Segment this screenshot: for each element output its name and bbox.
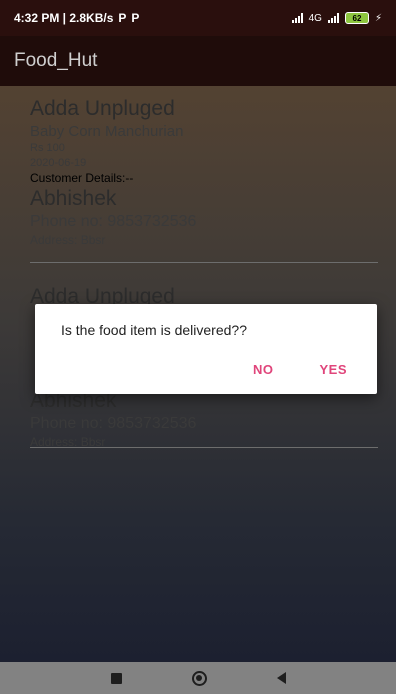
customer-details-label: Customer Details:-- [30,171,134,185]
dialog-actions: NO YES [253,362,347,377]
customer-address: Address: Bbsr [30,233,106,247]
signal-icon [291,13,303,23]
recents-square-icon[interactable] [110,672,122,684]
shop-name: Adda Unpluged [30,97,175,120]
customer-name: Abhishek [30,187,117,210]
order-date: 2020-06-19 [30,157,87,169]
notification-p-icon: P [131,11,140,25]
item-name: Baby Corn Manchurian [30,123,184,140]
customer-address: Address: Bbsr [30,435,106,449]
back-triangle-icon[interactable] [276,672,286,684]
app-title: Food_Hut [14,50,98,71]
system-nav-bar [0,662,396,694]
status-bar: 4:32 PM | 2.8KB/s P P 4G 62 ⚡ [0,0,396,36]
no-button[interactable]: NO [253,362,274,377]
app-bar: Food_Hut [0,36,396,86]
yes-button[interactable]: YES [319,362,347,377]
dialog-message: Is the food item is delivered?? [61,322,247,338]
item-price: Rs 100 [30,142,65,154]
status-right: 4G 62 ⚡ [291,12,382,24]
signal-icon [327,13,339,23]
status-time-speed: 4:32 PM | 2.8KB/s [14,11,114,25]
delivery-confirm-dialog: Is the food item is delivered?? NO YES [35,304,377,394]
status-left: 4:32 PM | 2.8KB/s P P [14,11,139,25]
battery-icon: 62 [344,12,369,24]
charging-icon: ⚡ [374,12,382,24]
customer-phone: Phone no: 9853732536 [30,213,197,230]
customer-phone: Phone no: 9853732536 [30,415,197,432]
order-card[interactable]: Adda Unpluged Baby Corn Manchurian Rs 10… [30,96,378,263]
notification-p-icon: P [118,11,127,25]
network-badge: 4G [308,12,322,24]
home-circle-icon[interactable] [191,670,207,686]
